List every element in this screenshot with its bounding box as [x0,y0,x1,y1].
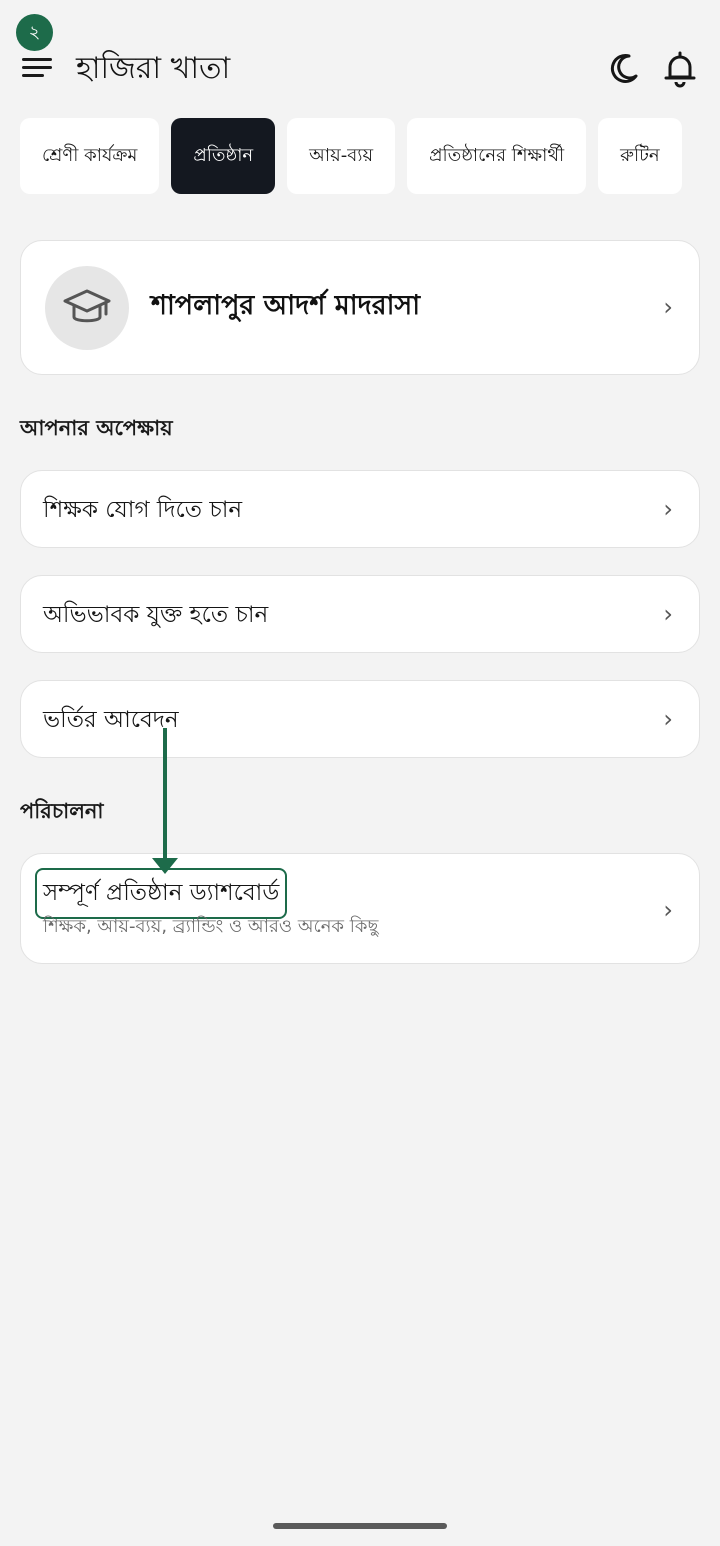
app-title: হাজিরা খাতা [76,51,231,86]
home-indicator [273,1523,447,1529]
graduation-cap-icon [63,289,111,323]
menu-icon[interactable] [22,54,56,82]
tab-bar: শ্রেণী কার্যক্রম প্রতিষ্ঠান আয়-ব্যয় প্… [20,118,720,196]
chevron-right-icon: › [663,896,673,924]
list-item-label: শিক্ষক যোগ দিতে চান [43,497,243,523]
tab-class-activities[interactable]: শ্রেণী কার্যক্রম [20,118,160,194]
pending-item-admission-application[interactable]: ভর্তির আবেদন › [20,680,700,758]
notifications-button[interactable] [662,50,698,88]
pending-item-guardian-connect[interactable]: অভিভাবক যুক্ত হতে চান › [20,575,700,653]
full-dashboard-card[interactable]: সম্পূর্ণ প্রতিষ্ঠান ড্যাশবোর্ড শিক্ষক, আ… [20,853,700,964]
chevron-right-icon: › [663,495,673,523]
section-title-pending: আপনার অপেক্ষায় [20,416,173,440]
pending-item-teacher-join[interactable]: শিক্ষক যোগ দিতে চান › [20,470,700,548]
dashboard-subtitle: শিক্ষক, আয়-ব্যয়, ব্র্যান্ডিং ও আরও অনে… [43,916,379,937]
chevron-right-icon: › [663,600,673,628]
institution-card[interactable]: শাপলাপুর আদর্শ মাদরাসা › [20,240,700,375]
institution-avatar [45,266,129,350]
tab-income-expense[interactable]: আয়-ব্যয় [287,118,396,194]
chevron-right-icon: › [663,705,673,733]
moon-icon [610,54,638,83]
pointer-arrow [152,728,178,874]
bell-icon [664,51,696,88]
section-title-management: পরিচালনা [20,799,104,823]
institution-name: শাপলাপুর আদর্শ মাদরাসা [151,290,421,321]
step-number-badge: ২ [16,14,53,51]
tab-routine[interactable]: রুটিন [598,118,682,194]
list-item-label: অভিভাবক যুক্ত হতে চান [43,602,269,628]
dark-mode-toggle[interactable] [605,50,641,88]
tab-institution-students[interactable]: প্রতিষ্ঠানের শিক্ষার্থী [407,118,587,194]
chevron-right-icon: › [663,293,673,321]
tab-institution[interactable]: প্রতিষ্ঠান [171,118,276,194]
